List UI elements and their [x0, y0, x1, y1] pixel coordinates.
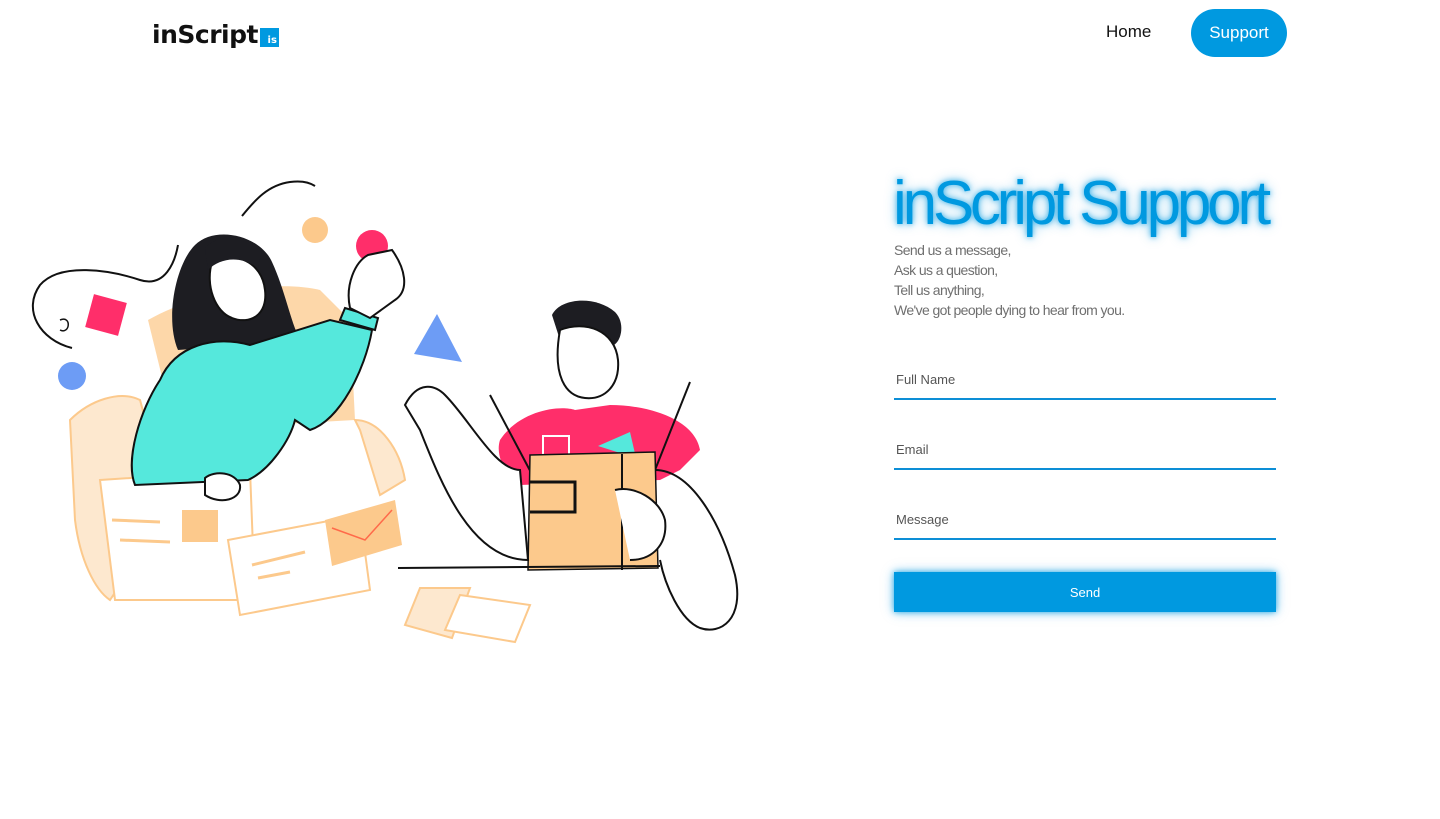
- logo-badge: is: [259, 28, 279, 47]
- envelope: [325, 500, 402, 566]
- logo-badge-text: is: [267, 35, 277, 46]
- peach-dot: [302, 217, 328, 243]
- subtitle-line: Ask us a question,: [894, 262, 998, 278]
- email-input[interactable]: [894, 430, 1276, 470]
- subtitle-line: We've got people dying to hear from you.: [894, 302, 1125, 318]
- support-illustration: [31, 180, 739, 644]
- support-page: inScript is Home Support inScript Suppor…: [0, 0, 1440, 819]
- subtitle-line: Tell us anything,: [894, 282, 985, 298]
- logo-text: inScript: [152, 20, 258, 49]
- man-face: [556, 325, 620, 400]
- page-title: inScript Support: [893, 169, 1271, 238]
- full-name-input[interactable]: [894, 360, 1276, 400]
- subtitle-line: Send us a message,: [894, 242, 1011, 258]
- message-input[interactable]: [894, 500, 1276, 540]
- support-subtitle: Send us a message, Ask us a question, Te…: [894, 240, 1125, 320]
- send-button[interactable]: Send: [894, 572, 1276, 612]
- logo[interactable]: inScript is: [152, 20, 279, 50]
- blue-triangle: [414, 314, 462, 362]
- squiggle-line-top: [241, 180, 316, 217]
- nav-support-button[interactable]: Support: [1191, 9, 1287, 57]
- blue-dot: [58, 362, 86, 390]
- pink-square: [85, 294, 127, 336]
- nav-home-link[interactable]: Home: [1106, 22, 1151, 42]
